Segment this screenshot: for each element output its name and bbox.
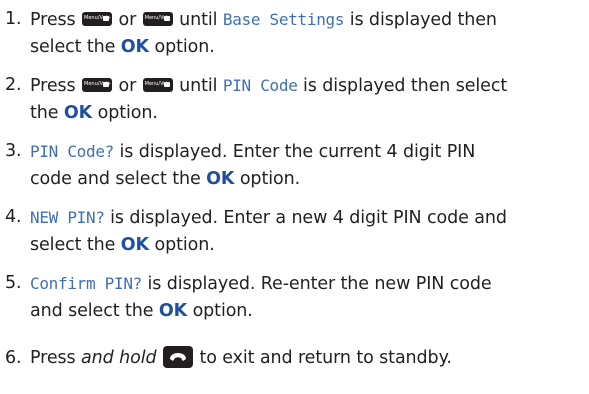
text-line2: select the [30,235,116,255]
ok-label: OK [206,169,235,189]
step-number: 4. [5,207,22,227]
text-line2: the [30,103,59,123]
lcd-text: Base Settings [222,10,345,29]
ok-label: OK [158,301,188,321]
ok-label: OK [120,235,149,255]
lcd-text: Confirm PIN? [30,274,142,293]
text-end: option. [154,235,215,255]
menu-vol-up-key-icon: Menu/Vol+ [82,78,113,92]
text-after-lcd: is displayed. Enter a new 4 digit PIN co… [110,208,507,228]
key-mark [163,16,170,21]
step-text: NEW PIN? is displayed. Enter a new 4 dig… [30,204,585,259]
text-or: or [118,76,137,96]
text-after-lcd: is displayed then select [303,76,508,96]
step-text: Press Menu/Vol+ or Menu/Vol– until PIN C… [30,72,585,127]
lcd-text: PIN Code [222,76,298,95]
step-text: PIN Code? is displayed. Enter the curren… [30,138,585,193]
menu-vol-down-key-icon: Menu/Vol– [142,12,173,26]
step-number: 3. [5,141,22,161]
step-number: 2. [5,75,22,95]
text-press: Press [30,76,76,96]
text-press: Press [30,10,76,30]
text-after-lcd: is displayed. Enter the current 4 digit … [119,142,476,162]
text-until: until [179,10,218,30]
end-call-key-icon [162,346,193,368]
key-mark [103,82,110,87]
instruction-steps: 1. Press Menu/Vol+ or Menu/Vol– until Ba… [0,0,589,394]
step-text: Press Menu/Vol+ or Menu/Vol– until Base … [30,6,585,61]
text-or: or [118,10,137,30]
text-end: to exit and return to standby. [199,348,452,368]
lcd-text: PIN Code? [30,142,114,161]
step-number: 5. [5,273,22,293]
step-text: Confirm PIN? is displayed. Re-enter the … [30,270,585,325]
key-mark [163,82,170,87]
step-number: 1. [5,9,22,29]
text-end: option. [97,103,158,123]
text-after-lcd: is displayed then [349,10,497,30]
key-mark [103,16,110,21]
lcd-text: NEW PIN? [30,208,105,227]
ok-label: OK [63,103,93,123]
menu-vol-up-key-icon: Menu/Vol+ [82,12,113,26]
text-until: until [179,76,218,96]
menu-vol-down-key-icon: Menu/Vol– [142,78,173,92]
step-text: Press and hold to exit and return to sta… [30,345,585,372]
ok-label: OK [120,37,149,57]
text-end: option. [239,169,301,189]
text-and-hold: and hold [81,348,157,368]
text-line2: and select the [30,301,154,321]
text-line2: select the [30,37,116,57]
text-end: option. [154,37,215,57]
text-after-lcd: is displayed. Re-enter the new PIN code [147,274,492,294]
text-line2: code and select the [30,169,201,189]
text-press: Press [30,348,76,368]
step-number: 6. [5,348,22,368]
text-end: option. [192,301,253,321]
